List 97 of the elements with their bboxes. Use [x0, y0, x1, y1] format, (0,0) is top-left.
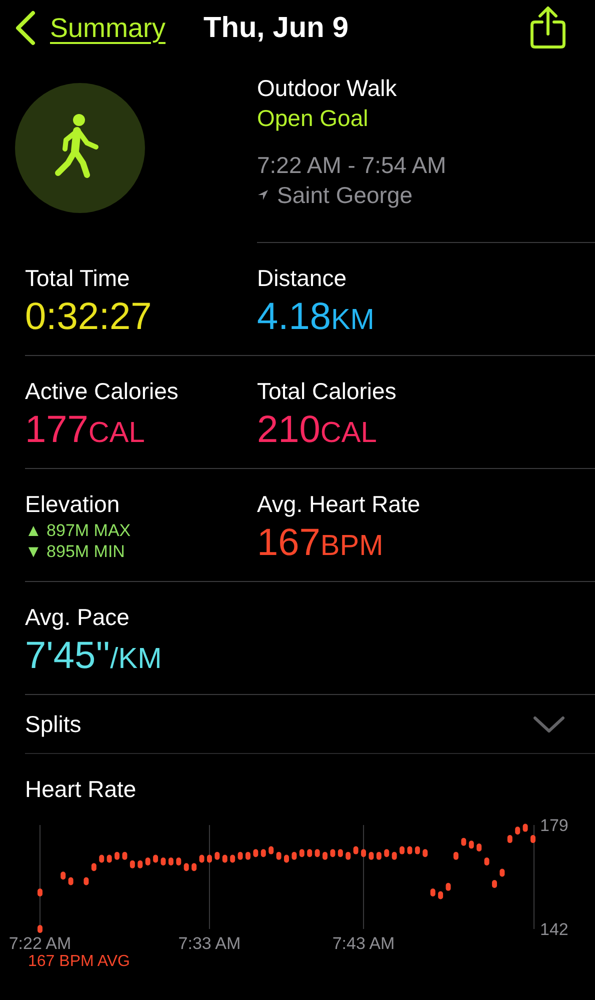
stat-value: 210CAL [257, 408, 377, 453]
heart-rate-point [192, 863, 197, 872]
heart-rate-point [307, 849, 312, 858]
heart-rate-point [338, 849, 343, 858]
heart-rate-point [176, 858, 182, 866]
heart-rate-point [184, 863, 189, 872]
heart-rate-point [84, 877, 89, 886]
share-button[interactable] [529, 6, 567, 50]
time-range: 7:22 AM - 7:54 AM [257, 151, 448, 180]
stat-value: 0:32:27 [25, 295, 152, 340]
workout-name: Outdoor Walk [257, 74, 398, 103]
heart-rate-point [253, 849, 258, 858]
average-heart-rate: 167 BPM AVG [28, 953, 131, 971]
heart-rate-point [145, 858, 150, 866]
heart-rate-point [322, 852, 328, 860]
heart-rate-point [153, 854, 158, 863]
heart-rate-point [407, 846, 412, 854]
heart-rate-point [492, 880, 497, 888]
stat-label: Distance [257, 264, 346, 292]
stat-value: 4.18KM [257, 295, 374, 340]
heart-rate-point [314, 849, 320, 858]
heart-rate-point [199, 854, 204, 863]
heart-rate-point [160, 858, 166, 866]
heart-rate-point [400, 846, 405, 854]
heart-rate-point [414, 846, 420, 854]
heart-rate-point [214, 852, 220, 860]
elevation-reading: ▼ 895M MIN [25, 542, 125, 562]
stat-label: Active Calories [25, 377, 178, 405]
heart-rate-point [38, 888, 42, 896]
heart-rate-point [438, 891, 444, 900]
heart-rate-point [392, 852, 397, 860]
heart-rate-point [91, 863, 96, 872]
axis-value-label: 179 [540, 816, 568, 835]
heart-rate-point [114, 852, 120, 860]
heart-rate-point [138, 860, 143, 868]
heart-rate-point [245, 852, 250, 860]
heart-rate-point [130, 860, 135, 868]
heart-rate-point [299, 849, 304, 858]
heart-rate-point [122, 852, 128, 860]
heart-rate-point [353, 846, 358, 854]
heart-rate-point [484, 858, 490, 866]
heart-rate-point [238, 852, 243, 860]
heart-rate-point [368, 852, 374, 860]
stat-value: 167BPM [257, 521, 384, 566]
stat-label: Total Calories [257, 377, 396, 405]
elevation-reading: ▲ 897M MAX [25, 521, 131, 541]
heart-rate-point [106, 854, 112, 863]
heart-rate-point [453, 852, 458, 860]
heart-rate-point [330, 849, 336, 858]
heart-rate-point [515, 826, 520, 835]
heart-rate-point [206, 854, 212, 863]
stat-value: 7'45''/KM [25, 634, 162, 679]
stat-label: Avg. Heart Rate [257, 490, 420, 518]
heart-rate-point [361, 849, 366, 858]
stat-label: Elevation [25, 490, 120, 518]
chevron-left-icon [14, 10, 36, 46]
stat-label: Total Time [25, 264, 130, 292]
heart-rate-point [99, 854, 104, 863]
time-axis-label: 7:33 AM [178, 934, 241, 953]
heart-rate-point [522, 824, 528, 832]
page-title: Thu, Jun 9 [204, 12, 349, 44]
share-icon [529, 6, 567, 50]
heart-rate-point [222, 854, 228, 863]
goal-label: Open Goal [257, 104, 370, 133]
heart-rate-point [530, 835, 536, 844]
heart-rate-point [384, 849, 390, 858]
chevron-icon[interactable] [533, 715, 565, 733]
heart-rate-point [476, 843, 482, 852]
heart-rate-point [422, 849, 428, 858]
heart-rate-point [168, 858, 174, 866]
heart-rate-point [68, 877, 74, 886]
back-link[interactable]: Summary [14, 10, 166, 46]
time-axis-label: 7:22 AM [8, 934, 72, 953]
stat-label: Avg. Pace [25, 603, 130, 631]
heart-rate-point [376, 852, 382, 860]
heart-rate-point [430, 888, 436, 896]
heart-rate-point [346, 852, 351, 860]
time-axis-label: 7:43 AM [332, 934, 395, 953]
heart-rate-point [446, 882, 451, 891]
heart-rate-point [38, 925, 42, 933]
heart-rate-point [461, 838, 466, 846]
heart-rate-point [260, 849, 266, 858]
splits-label: Splits [25, 710, 82, 738]
heart-rate-point [268, 846, 274, 854]
heart-rate-point [284, 854, 289, 863]
heart-rate-point [60, 872, 66, 880]
heart-rate-point [507, 835, 512, 844]
heart-rate-point [276, 852, 282, 860]
heart-rate-point [500, 868, 505, 877]
location-label: Saint George [277, 181, 413, 210]
heart-rate-point [468, 840, 474, 849]
axis-value-label: 142 [540, 920, 568, 939]
stat-value: 177CAL [25, 408, 145, 453]
chart-title: Heart Rate [25, 775, 138, 803]
location-arrow-icon [257, 189, 269, 201]
heart-rate-point [230, 854, 236, 863]
heart-rate-point [292, 852, 297, 860]
